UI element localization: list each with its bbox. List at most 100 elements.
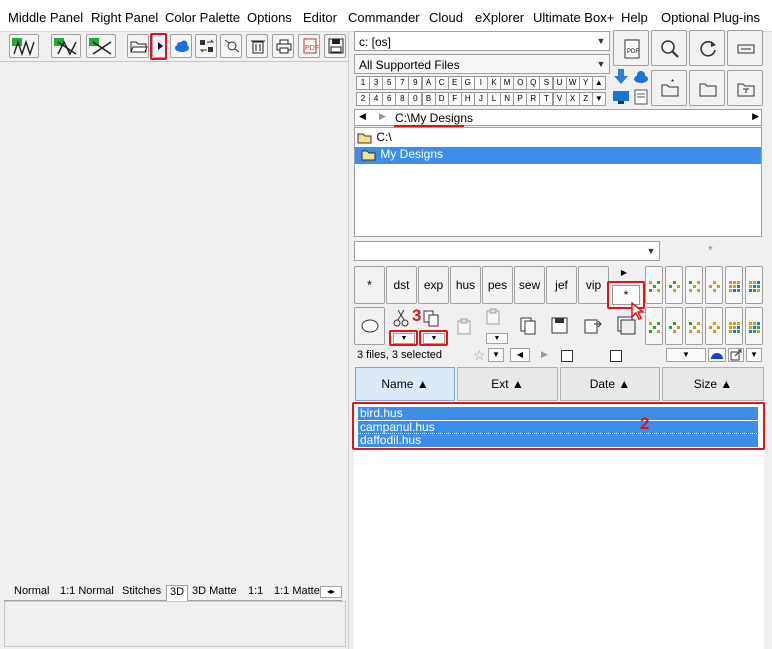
ext-dst-button[interactable]: dst xyxy=(386,266,417,304)
drive-letter-button[interactable]: H xyxy=(460,92,475,106)
panel-menu-dropdown[interactable]: ▼ xyxy=(746,348,762,362)
drive-letter-button[interactable]: F xyxy=(447,92,462,106)
cloud-icon[interactable] xyxy=(170,34,192,58)
layout-grid-icon[interactable] xyxy=(725,266,743,304)
save-copy-icon[interactable] xyxy=(550,316,572,338)
drive-letter-button[interactable]: G xyxy=(460,76,475,90)
ext-jef-button[interactable]: jef xyxy=(546,266,577,304)
menu-optional-plugins[interactable]: Optional Plug-ins xyxy=(661,10,760,25)
star-icon[interactable]: ☆ xyxy=(473,347,486,364)
multi-page-icon[interactable] xyxy=(519,316,541,338)
layout-grid-icon[interactable] xyxy=(705,307,723,345)
drive-letter-button[interactable]: I xyxy=(473,76,488,90)
drive-letter-button[interactable]: M xyxy=(500,76,515,90)
tab-3d-matte[interactable]: 3D Matte xyxy=(192,585,237,600)
drive-letter-button[interactable]: B xyxy=(421,92,436,106)
forward-arrow-icon[interactable]: ▶ xyxy=(379,111,386,122)
stitch-remove-icon[interactable] xyxy=(86,34,116,58)
tab-3d[interactable]: 3D xyxy=(166,585,189,602)
cloud-small-icon[interactable] xyxy=(632,68,650,86)
drive-letter-button[interactable]: T xyxy=(539,92,554,106)
column-date[interactable]: Date ▲ xyxy=(560,367,660,401)
tab-stitches[interactable]: Stitches xyxy=(122,585,161,600)
cut-icon[interactable] xyxy=(392,309,414,329)
menu-commander[interactable]: Commander xyxy=(348,10,420,25)
column-size[interactable]: Size ▲ xyxy=(662,367,764,401)
refresh-icon[interactable] xyxy=(689,30,725,66)
drive-select[interactable]: c: [os] ▼ xyxy=(354,31,610,51)
tab-1-1[interactable]: 1:1 xyxy=(248,585,263,600)
tab-scroll-arrows[interactable]: ◂▸ xyxy=(320,586,342,598)
path-go-icon[interactable]: ▶ xyxy=(752,111,759,122)
thumbnail-icon[interactable] xyxy=(708,348,726,362)
drive-letter-button[interactable]: Q xyxy=(526,76,541,90)
menu-cloud[interactable]: Cloud xyxy=(429,10,463,25)
file-list-empty-area[interactable] xyxy=(354,453,764,649)
drive-letter-button[interactable]: ▲ xyxy=(591,76,606,90)
layout-grid-icon[interactable] xyxy=(705,266,723,304)
ext-exp-button[interactable]: exp xyxy=(418,266,449,304)
drive-letter-button[interactable]: 5 xyxy=(382,76,397,90)
drive-letter-button[interactable]: N xyxy=(500,92,515,106)
drive-letter-button[interactable]: J xyxy=(473,92,488,106)
monitor-icon[interactable] xyxy=(612,89,630,105)
drive-letter-button[interactable]: 8 xyxy=(395,92,410,106)
stitch-design-icon[interactable] xyxy=(9,34,39,58)
drive-letter-button[interactable]: O xyxy=(513,76,528,90)
drive-letter-button[interactable]: 6 xyxy=(382,92,397,106)
next-arrow-icon[interactable]: ▶ xyxy=(541,349,548,360)
drive-letter-button[interactable]: X xyxy=(565,92,580,106)
drive-letter-button[interactable]: V xyxy=(552,92,567,106)
ext-all-button[interactable]: * xyxy=(354,266,385,304)
menu-options[interactable]: Options xyxy=(247,10,292,25)
external-link-icon[interactable] xyxy=(728,348,744,362)
drive-letter-button[interactable]: ▼ xyxy=(591,92,606,106)
save-icon[interactable] xyxy=(324,34,346,58)
menu-explorer[interactable]: eXplorer xyxy=(475,10,524,25)
folder-icon[interactable] xyxy=(689,70,725,106)
menu-middle-panel[interactable]: Middle Panel xyxy=(8,10,83,25)
drive-letter-button[interactable]: Z xyxy=(578,92,593,106)
tab-normal[interactable]: Normal xyxy=(14,585,49,600)
stitch-cut-icon[interactable] xyxy=(51,34,81,58)
expand-arrow-icon[interactable]: ▶ xyxy=(615,268,633,280)
menu-editor[interactable]: Editor xyxy=(303,10,337,25)
layout-grid-icon[interactable] xyxy=(665,307,683,345)
lasso-icon[interactable] xyxy=(354,307,385,345)
layout-grid-icon[interactable] xyxy=(645,266,663,304)
pdf-sheet-icon[interactable]: PDF xyxy=(613,30,649,66)
download-arrow-icon[interactable] xyxy=(612,68,630,86)
layout-grid-icon[interactable] xyxy=(725,307,743,345)
ext-hus-button[interactable]: hus xyxy=(450,266,481,304)
drive-letter-button[interactable]: K xyxy=(487,76,501,90)
drive-letter-button[interactable]: S xyxy=(539,76,554,90)
ext-pes-button[interactable]: pes xyxy=(482,266,513,304)
column-ext[interactable]: Ext ▲ xyxy=(457,367,558,401)
drive-letter-button[interactable]: W xyxy=(565,76,580,90)
move-icon[interactable] xyxy=(583,316,605,338)
folder-tree[interactable]: C:\ My Designs xyxy=(354,127,762,237)
copy-icon[interactable] xyxy=(422,309,444,329)
view-mode-dropdown[interactable]: ▼ xyxy=(666,348,706,362)
menu-color-palette[interactable]: Color Palette xyxy=(165,10,240,25)
drive-letter-button[interactable]: U xyxy=(552,76,567,90)
menu-ultimate-box[interactable]: Ultimate Box+ xyxy=(533,10,614,25)
drive-letter-button[interactable]: 0 xyxy=(408,92,423,106)
layout-grid-icon[interactable] xyxy=(645,307,663,345)
drive-letter-button[interactable]: A xyxy=(421,76,436,90)
drive-letter-button[interactable]: L xyxy=(487,92,501,106)
ext-sew-button[interactable]: sew xyxy=(514,266,545,304)
drive-letter-button[interactable]: 1 xyxy=(356,76,370,90)
layout-grid-icon[interactable] xyxy=(745,307,763,345)
drive-letter-button[interactable]: Y xyxy=(578,76,593,90)
drive-letter-button[interactable]: 3 xyxy=(369,76,384,90)
select-all-checkbox[interactable] xyxy=(561,350,573,362)
drive-letter-button[interactable]: 9 xyxy=(408,76,423,90)
ext-vip-button[interactable]: vip xyxy=(578,266,609,304)
drive-letter-button[interactable]: R xyxy=(526,92,541,106)
layout-grid-icon[interactable] xyxy=(665,266,683,304)
panel-divider[interactable] xyxy=(348,32,349,649)
drive-letter-button[interactable]: 7 xyxy=(395,76,410,90)
paste-icon[interactable] xyxy=(456,318,474,336)
middle-panel-canvas[interactable] xyxy=(0,63,348,583)
